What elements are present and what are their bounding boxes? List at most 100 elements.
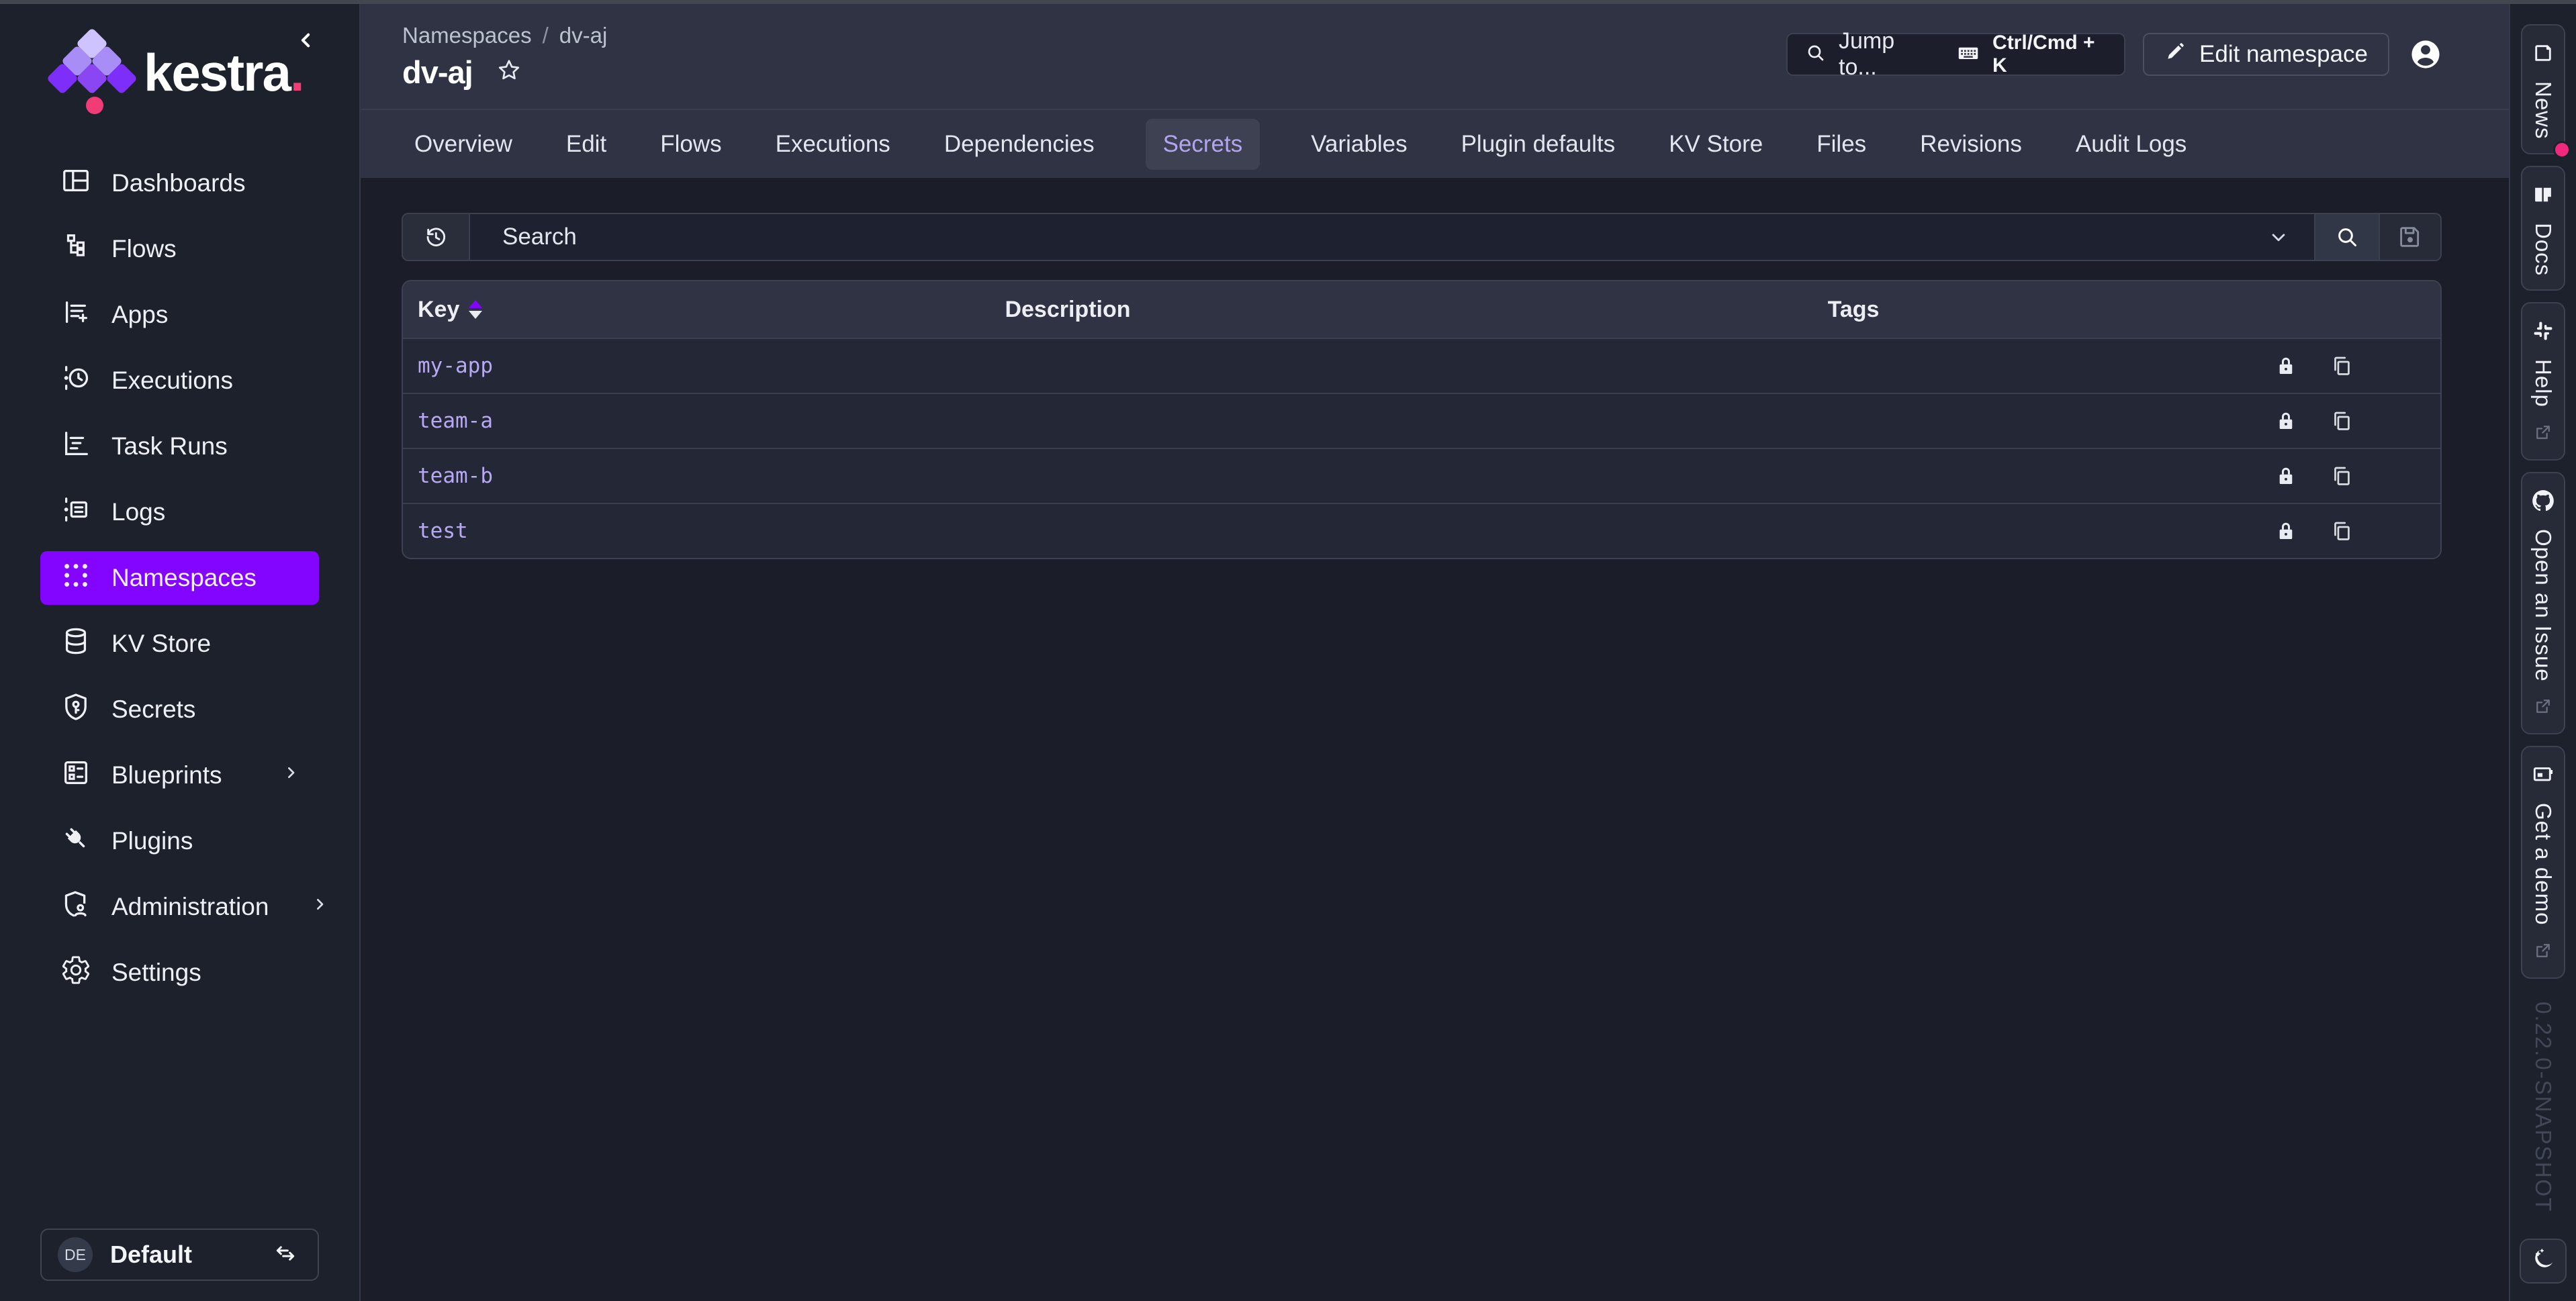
sidebar-item-apps[interactable]: Apps bbox=[40, 288, 319, 342]
search-input[interactable]: Search bbox=[470, 214, 2314, 260]
sidebar-item-flows[interactable]: Flows bbox=[40, 222, 319, 276]
tab-revisions[interactable]: Revisions bbox=[1917, 119, 2025, 170]
save-filter-button[interactable] bbox=[2379, 214, 2440, 260]
tab-secrets[interactable]: Secrets bbox=[1146, 119, 1260, 170]
user-account-icon[interactable] bbox=[2407, 36, 2444, 73]
tenant-name: Default bbox=[110, 1241, 192, 1269]
kestra-logo-icon bbox=[52, 30, 132, 115]
right-rail: News Docs Help Open an Issue Get a demo … bbox=[2509, 0, 2576, 1301]
kestra-logo-text: kestra. bbox=[144, 30, 304, 115]
administration-icon bbox=[60, 889, 91, 926]
logo-row: kestra. bbox=[0, 0, 359, 144]
breadcrumb-namespaces-link[interactable]: Namespaces bbox=[402, 23, 532, 48]
secrets-content: Search Key Description Tags bbox=[361, 178, 2509, 1301]
swap-horizontal-icon bbox=[272, 1240, 299, 1270]
sidebar-item-administration[interactable]: Administration bbox=[40, 880, 319, 934]
apps-icon bbox=[60, 297, 91, 334]
open-issue-button[interactable]: Open an Issue bbox=[2521, 472, 2565, 735]
flows-icon bbox=[60, 231, 91, 268]
sidebar-item-plugins[interactable]: Plugins bbox=[40, 814, 319, 868]
sidebar-item-secrets[interactable]: Secrets bbox=[40, 683, 319, 736]
tab-variables[interactable]: Variables bbox=[1308, 119, 1410, 170]
kestra-logo[interactable]: kestra. bbox=[52, 30, 304, 115]
tab-overview[interactable]: Overview bbox=[412, 119, 515, 170]
kv-store-icon bbox=[60, 626, 91, 663]
search-submit-button[interactable] bbox=[2314, 214, 2379, 260]
sidebar-item-settings[interactable]: Settings bbox=[40, 946, 319, 1000]
moon-icon bbox=[2530, 1246, 2557, 1276]
external-link-icon bbox=[2533, 422, 2553, 446]
star-favorite-icon[interactable] bbox=[496, 57, 522, 87]
jump-to-label: Jump to... bbox=[1839, 28, 1932, 81]
sidebar-item-task-runs[interactable]: Task Runs bbox=[40, 420, 319, 473]
slack-icon bbox=[2530, 318, 2556, 347]
page-title: dv-aj bbox=[402, 54, 473, 91]
main-area: Namespaces / dv-aj dv-aj Jump to... Ctrl… bbox=[361, 0, 2509, 1301]
sidebar-item-namespaces[interactable]: Namespaces bbox=[40, 551, 319, 605]
tenant-selector[interactable]: DE Default bbox=[40, 1228, 319, 1281]
news-button[interactable]: News bbox=[2521, 24, 2565, 154]
lock-icon[interactable] bbox=[2274, 519, 2298, 543]
sidebar-item-executions[interactable]: Executions bbox=[40, 354, 319, 407]
secrets-icon bbox=[60, 691, 91, 728]
sidebar: kestra. Dashboards Flows Apps Executions bbox=[0, 0, 361, 1301]
topbar: Namespaces / dv-aj dv-aj Jump to... Ctrl… bbox=[361, 0, 2509, 109]
secret-key: team-b bbox=[403, 464, 698, 488]
search-placeholder: Search bbox=[502, 224, 2252, 250]
demo-icon bbox=[2530, 762, 2556, 791]
tab-kv-store[interactable]: KV Store bbox=[1666, 119, 1765, 170]
logs-icon bbox=[60, 494, 91, 531]
secret-key: my-app bbox=[403, 354, 698, 378]
news-badge bbox=[2553, 141, 2571, 158]
tab-flows[interactable]: Flows bbox=[657, 119, 724, 170]
github-icon bbox=[2530, 488, 2556, 517]
dashboards-icon bbox=[60, 165, 91, 202]
task-runs-icon bbox=[60, 428, 91, 465]
sidebar-item-blueprints[interactable]: Blueprints bbox=[40, 749, 319, 802]
namespace-tabs: Overview Edit Flows Executions Dependenc… bbox=[361, 109, 2509, 178]
sidebar-collapse-icon[interactable] bbox=[292, 27, 319, 57]
search-bar: Search bbox=[402, 213, 2442, 261]
copy-icon[interactable] bbox=[2329, 353, 2354, 379]
column-header-key[interactable]: Key bbox=[418, 297, 459, 323]
plugins-icon bbox=[60, 823, 91, 860]
lock-icon[interactable] bbox=[2274, 354, 2298, 378]
chevron-right-icon bbox=[280, 761, 302, 789]
tab-executions[interactable]: Executions bbox=[773, 119, 893, 170]
blueprints-icon bbox=[60, 757, 91, 794]
sidebar-item-logs[interactable]: Logs bbox=[40, 485, 319, 539]
sidebar-nav: Dashboards Flows Apps Executions Task Ru… bbox=[0, 144, 359, 1000]
copy-icon[interactable] bbox=[2329, 463, 2354, 489]
column-header-description[interactable]: Description bbox=[698, 297, 1437, 323]
tab-dependencies[interactable]: Dependencies bbox=[941, 119, 1097, 170]
lock-icon[interactable] bbox=[2274, 464, 2298, 488]
tab-edit[interactable]: Edit bbox=[563, 119, 609, 170]
chevron-down-icon[interactable] bbox=[2266, 224, 2291, 250]
keyboard-icon bbox=[1956, 41, 1980, 68]
edit-namespace-button[interactable]: Edit namespace bbox=[2143, 33, 2389, 76]
news-icon bbox=[2530, 40, 2556, 69]
jump-to-search[interactable]: Jump to... Ctrl/Cmd + K bbox=[1786, 33, 2125, 76]
sidebar-item-kv-store[interactable]: KV Store bbox=[40, 617, 319, 671]
copy-icon[interactable] bbox=[2329, 408, 2354, 434]
search-history-button[interactable] bbox=[403, 214, 470, 260]
docs-icon bbox=[2530, 182, 2556, 211]
tab-audit-logs[interactable]: Audit Logs bbox=[2073, 119, 2189, 170]
sort-toggle[interactable] bbox=[469, 300, 482, 319]
table-row: my-app bbox=[403, 338, 2440, 393]
settings-icon bbox=[60, 955, 91, 992]
tab-files[interactable]: Files bbox=[1814, 119, 1869, 170]
tab-plugin-defaults[interactable]: Plugin defaults bbox=[1459, 119, 1618, 170]
theme-toggle-button[interactable] bbox=[2520, 1239, 2567, 1284]
get-demo-button[interactable]: Get a demo bbox=[2521, 746, 2565, 978]
window-edge bbox=[0, 0, 2576, 4]
copy-icon[interactable] bbox=[2329, 518, 2354, 544]
help-button[interactable]: Help bbox=[2521, 302, 2565, 461]
lock-icon[interactable] bbox=[2274, 409, 2298, 433]
sidebar-item-dashboards[interactable]: Dashboards bbox=[40, 156, 319, 210]
namespaces-icon bbox=[60, 560, 91, 597]
jump-to-shortcut: Ctrl/Cmd + K bbox=[1992, 32, 2107, 77]
docs-button[interactable]: Docs bbox=[2521, 166, 2565, 291]
column-header-tags[interactable]: Tags bbox=[1437, 297, 2270, 323]
breadcrumb-current[interactable]: dv-aj bbox=[559, 23, 608, 48]
